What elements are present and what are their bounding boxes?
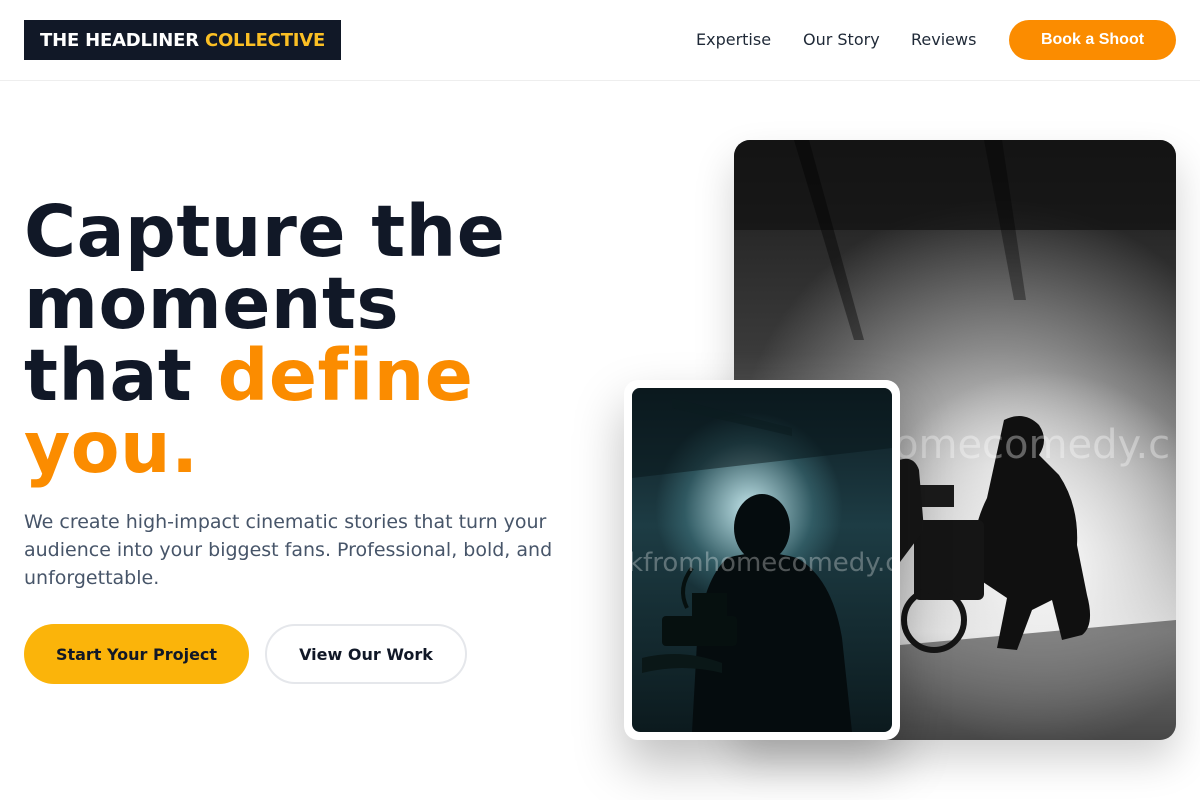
hero-title-line4: you. <box>24 406 199 489</box>
nav-item-our-story[interactable]: Our Story <box>803 30 880 49</box>
nav-item-expertise[interactable]: Expertise <box>696 30 771 49</box>
nav-item-reviews[interactable]: Reviews <box>911 30 976 49</box>
site-header: THE HEADLINER COLLECTIVE Expertise Our S… <box>0 0 1200 81</box>
hero-subtitle: We create high-impact cinematic stories … <box>24 511 553 589</box>
hero-title-accent: define <box>217 334 474 417</box>
start-project-button[interactable]: Start Your Project <box>24 624 249 684</box>
hero-photo-cameraman: kfromhomecomedy.c <box>632 388 892 732</box>
hero-title: Capture the moments that define you. <box>24 196 584 484</box>
book-shoot-button[interactable]: Book a Shoot <box>1009 20 1176 60</box>
hero-title-line1: Capture the <box>24 190 506 273</box>
large-photo-watermark: omecomedy.c <box>894 422 1171 468</box>
view-work-button[interactable]: View Our Work <box>265 624 467 684</box>
hero-title-line2: moments <box>24 262 400 345</box>
brand-name-part1: THE HEADLINER <box>40 29 199 51</box>
hero-title-line3: that <box>24 334 218 417</box>
small-photo-watermark: kfromhomecomedy.c <box>632 548 892 578</box>
brand-logo[interactable]: THE HEADLINER COLLECTIVE <box>24 20 342 60</box>
brand-name-part2: COLLECTIVE <box>204 29 326 51</box>
